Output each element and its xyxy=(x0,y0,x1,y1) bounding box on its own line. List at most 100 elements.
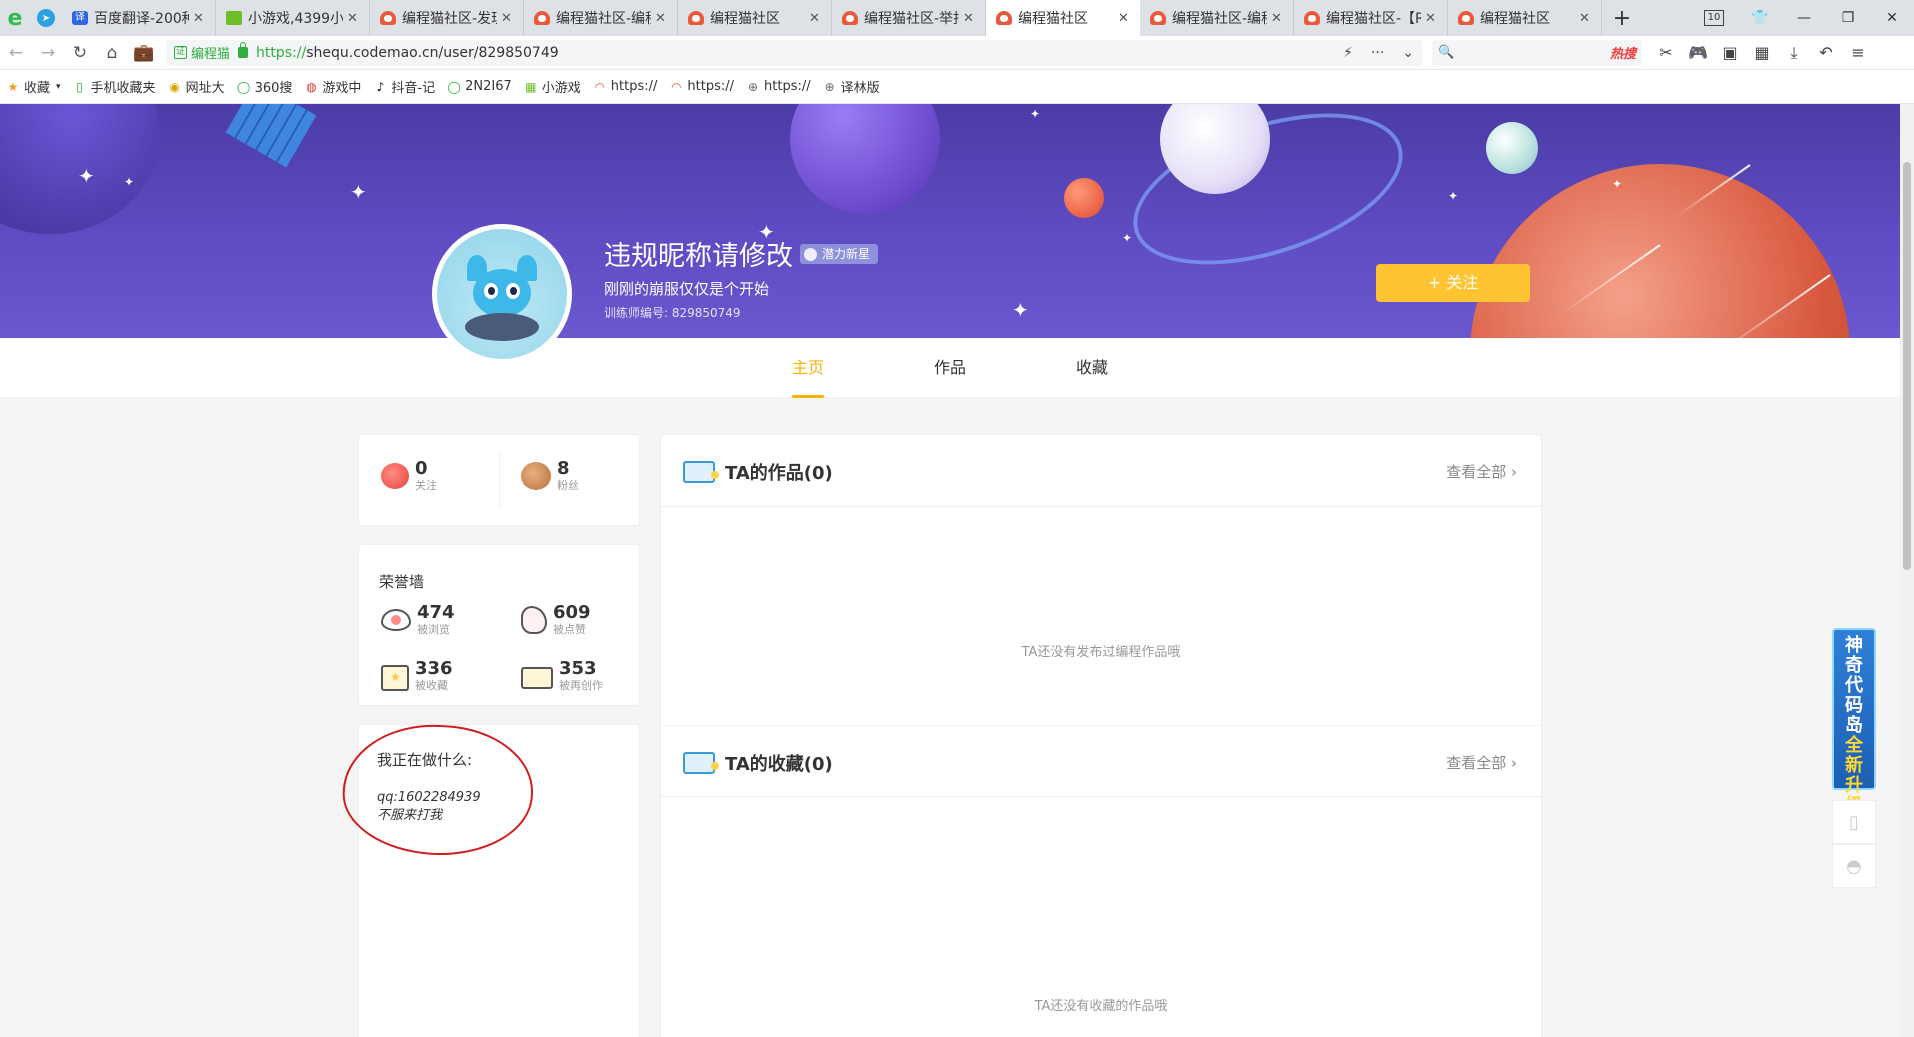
page-scrollbar[interactable] xyxy=(1900,104,1914,1037)
followers-stat[interactable]: 8 粉丝 xyxy=(521,459,579,492)
browser-tab[interactable]: 编程猫社区-编程 ✕ xyxy=(524,0,678,36)
avatar[interactable] xyxy=(432,224,572,364)
collections-view-all-link[interactable]: 查看全部 › xyxy=(1446,752,1517,773)
game-controller-icon[interactable]: 🎮 xyxy=(1682,43,1714,63)
sparkle-icon: ✦ xyxy=(1012,298,1029,322)
search-input[interactable]: 🔍 热搜 xyxy=(1432,39,1642,66)
collection-box-icon xyxy=(381,665,409,691)
tab-home[interactable]: 主页 xyxy=(792,338,825,398)
window-icon[interactable]: ▣ xyxy=(1714,43,1746,63)
home-button[interactable]: ⌂ xyxy=(96,43,128,63)
doing-text: qq:1602284939 不服来打我 xyxy=(377,790,481,823)
scissors-icon[interactable]: ✂ xyxy=(1650,43,1682,63)
browser-tab[interactable]: 编程猫社区 ✕ xyxy=(678,0,832,36)
doing-title: 我正在做什么: xyxy=(377,751,473,769)
tab-count-button[interactable]: 10 xyxy=(1704,10,1724,26)
bookmark-item[interactable]: ▦ 小游戏 xyxy=(524,77,581,97)
follow-button[interactable]: + 关注 xyxy=(1376,264,1530,302)
360-icon: ◯ xyxy=(447,79,461,94)
mobile-icon[interactable]: ▯ xyxy=(1832,800,1876,844)
bookmark-item[interactable]: ▯ 手机收藏夹 xyxy=(73,77,155,97)
bookmark-item[interactable]: ⊕ https:// xyxy=(746,79,811,94)
follow-stats-card: 0 关注 8 粉丝 xyxy=(358,434,640,526)
url-input[interactable]: 证编程猫 https://shequ.codemao.cn/user/82985… xyxy=(166,39,1422,66)
bookmark-item[interactable]: ⊕ 译林版 xyxy=(823,77,880,97)
back-button[interactable]: ← xyxy=(0,43,32,63)
browser-tab[interactable]: 编程猫社区 ✕ xyxy=(1448,0,1602,36)
close-window-button[interactable]: ✕ xyxy=(1870,10,1914,26)
toolbar-icons: ✂ 🎮 ▣ ▦ ⤓ ↶ ≡ xyxy=(1650,43,1874,63)
360-icon: ◯ xyxy=(236,79,251,94)
close-icon[interactable]: ✕ xyxy=(1425,11,1439,26)
browser-tab[interactable]: 译 百度翻译-200种 ✕ xyxy=(62,0,216,36)
download-icon[interactable]: ⤓ xyxy=(1778,43,1810,63)
close-icon[interactable]: ✕ xyxy=(1118,11,1132,26)
browser-tab[interactable]: 小游戏,4399小游 ✕ xyxy=(216,0,370,36)
tiktok-icon: ♪ xyxy=(376,79,385,94)
works-view-all-link[interactable]: 查看全部 › xyxy=(1446,461,1517,482)
tab-collections[interactable]: 收藏 xyxy=(1076,338,1108,398)
satellite-decoration xyxy=(225,104,317,168)
profile-banner: ✦ ✦ ✦ ✦ ✦ ✦ ✦ ✦ ✦ 违规昵称请修改 潜力新星 刚刚的崩服仅仅是个… xyxy=(0,104,1900,338)
works-header: TA的作品(0) 查看全部 › xyxy=(661,435,1541,507)
bookmark-item[interactable]: ★ 收藏 ▾ xyxy=(6,77,61,97)
briefcase-icon[interactable]: 💼 xyxy=(128,43,160,63)
minimize-button[interactable]: — xyxy=(1782,10,1826,26)
sparkle-icon: ✦ xyxy=(78,164,95,188)
works-card: TA的作品(0) 查看全部 › TA还没有发布过编程作品哦 TA的收藏(0) 查… xyxy=(660,434,1542,1037)
collections-empty-text: TA还没有收藏的作品哦 xyxy=(1034,999,1168,1014)
more-icon[interactable]: ··· xyxy=(1371,45,1384,61)
browser-tab[interactable]: 编程猫社区-【R ✕ xyxy=(1294,0,1448,36)
bookmark-item[interactable]: ◯ 2N2I67 xyxy=(447,79,511,94)
collections-title: TA的收藏(0) xyxy=(725,754,833,775)
following-stat[interactable]: 0 关注 xyxy=(381,459,437,492)
forward-button[interactable]: → xyxy=(32,43,64,63)
apps-grid-icon[interactable]: ▦ xyxy=(1746,43,1778,63)
browser-tab[interactable]: 编程猫社区-举报 ✕ xyxy=(832,0,986,36)
baidu-translate-icon: 译 xyxy=(72,11,88,25)
bookmark-item[interactable]: ◠ https:// xyxy=(669,79,734,94)
chevron-down-icon[interactable]: ⌄ xyxy=(1402,45,1414,61)
close-icon[interactable]: ✕ xyxy=(1579,11,1593,26)
browser-logo-icon[interactable]: e xyxy=(0,0,30,36)
phone-icon: ▯ xyxy=(76,79,83,94)
browser-tab-active[interactable]: 编程猫社区 ✕ xyxy=(986,0,1140,36)
menu-icon[interactable]: ≡ xyxy=(1842,43,1874,63)
likes-stat: 609 被点赞 xyxy=(521,603,591,636)
badge-icon xyxy=(804,247,817,261)
close-icon[interactable]: ✕ xyxy=(501,11,515,26)
reload-button[interactable]: ↻ xyxy=(64,43,96,63)
honor-wall-card: 荣誉墙 474被浏览 609被点赞 336被收藏 353被再创作 xyxy=(358,544,640,706)
close-icon[interactable]: ✕ xyxy=(1271,11,1285,26)
bookmark-item[interactable]: ◉ 网址大 xyxy=(168,77,224,97)
restore-button[interactable]: ❐ xyxy=(1826,10,1870,26)
codemao-icon xyxy=(534,11,550,25)
chevron-right-icon: › xyxy=(1511,754,1517,772)
shirt-skin-icon[interactable]: 👕 xyxy=(1738,10,1782,26)
globe-icon: ⊕ xyxy=(747,79,759,94)
close-icon[interactable]: ✕ xyxy=(655,11,669,26)
close-icon[interactable]: ✕ xyxy=(809,11,823,26)
lightning-icon[interactable]: ⚡ xyxy=(1343,45,1353,61)
bookmark-item[interactable]: ♪ 抖音-记 xyxy=(373,77,436,97)
tab-strip: 译 百度翻译-200种 ✕ 小游戏,4399小游 ✕ 编程猫社区-发现 ✕ 编程… xyxy=(62,0,1602,36)
close-icon[interactable]: ✕ xyxy=(347,11,361,26)
tab-works[interactable]: 作品 xyxy=(934,338,966,398)
undo-icon[interactable]: ↶ xyxy=(1810,43,1842,63)
codemao-icon: ◠ xyxy=(594,79,606,94)
telegram-icon[interactable]: ➤ xyxy=(30,0,62,36)
codemao-icon: ◠ xyxy=(671,79,682,94)
bookmark-item[interactable]: ◍ 游戏中 xyxy=(304,77,361,97)
close-icon[interactable]: ✕ xyxy=(963,11,977,26)
qq-icon[interactable]: ◓ xyxy=(1832,844,1876,888)
site-verified-badge[interactable]: 证编程猫 xyxy=(174,43,230,62)
browser-tab[interactable]: 编程猫社区-发现 ✕ xyxy=(370,0,524,36)
new-tab-button[interactable]: + xyxy=(1602,0,1642,36)
bookmark-item[interactable]: ◯ 360搜 xyxy=(236,77,293,97)
hot-search-label[interactable]: 热搜 xyxy=(1610,43,1636,62)
code-island-ad-banner[interactable]: 神奇代码岛 全新升级 xyxy=(1832,628,1876,816)
bookmark-item[interactable]: ◠ https:// xyxy=(593,79,658,94)
browser-tab[interactable]: 编程猫社区-编程 ✕ xyxy=(1140,0,1294,36)
close-icon[interactable]: ✕ xyxy=(193,11,207,26)
scrollbar-thumb[interactable] xyxy=(1903,162,1911,570)
